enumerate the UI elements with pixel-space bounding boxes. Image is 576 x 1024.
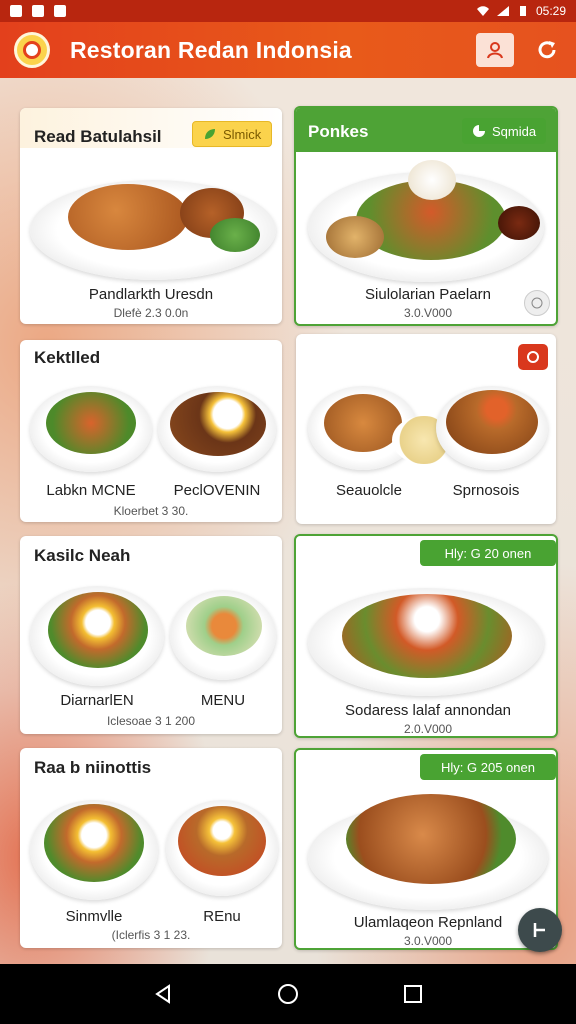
status-badge: Slmick: [192, 121, 273, 147]
favorite-button[interactable]: [518, 344, 548, 370]
info-icon: [531, 297, 543, 309]
dish-price: Dlefè 2.3 0.0n: [113, 306, 189, 320]
menu-card[interactable]: Kasilc Neah DiarnarlEN MENU Iclesoae 3 1…: [20, 536, 282, 734]
status-badge: Sqmida: [462, 118, 547, 144]
dish-name: Seauolcle: [336, 482, 402, 499]
menu-card[interactable]: Hly: G 205 onen Ulamlaqeon Repnland 3.0.…: [294, 748, 558, 950]
status-badge: Hly: G 205 onen: [420, 754, 556, 780]
status-time: 05:29: [535, 4, 566, 18]
refresh-button[interactable]: [532, 35, 562, 65]
dish-price: (Iclerfis 3 1 23.: [111, 928, 191, 942]
dish-price: Kloerbet 3 30.: [113, 504, 189, 518]
dish-name: MENU: [200, 692, 246, 709]
menu-card[interactable]: Kektlled Labkn MCNE PeclOVENIN Kloerbet …: [20, 340, 282, 522]
dish-name: Labkn MCNE: [46, 482, 136, 499]
user-icon: [487, 42, 503, 59]
home-icon: [277, 984, 298, 1004]
back-icon: [154, 984, 170, 1004]
notification-icon: [32, 5, 44, 17]
dish-name: Siulolarian Paelarn: [365, 286, 491, 303]
app-bar: Restoran Redan Indonsia: [0, 22, 576, 78]
profile-button[interactable]: [476, 33, 514, 67]
notification-icon: [10, 5, 22, 17]
status-bar: 05:29: [0, 0, 576, 22]
system-nav-bar: [0, 964, 576, 1024]
dish-name: Sprnosois: [452, 482, 520, 499]
dish-price: 2.0.V000: [403, 722, 453, 736]
signal-icon: [496, 6, 509, 16]
dish-name: REnu: [203, 908, 241, 925]
menu-card[interactable]: Hly: G 20 onen Sodaress lalaf annondan 2…: [294, 534, 558, 738]
recents-icon: [404, 985, 423, 1003]
card-title: Read Batulahsil: [34, 127, 162, 146]
dish-name: Sodaress lalaf annondan: [345, 702, 511, 719]
menu-card[interactable]: Read Batulahsil Slmick Pandlarkth Uresdn…: [20, 108, 282, 324]
notification-icon: [54, 5, 66, 17]
refresh-icon: [538, 41, 556, 59]
recents-button[interactable]: [398, 979, 428, 1009]
leaf-icon: [473, 125, 485, 137]
dish-name: PeclOVENIN: [173, 482, 261, 499]
card-title: Ponkes: [308, 122, 369, 141]
cart-fab-button[interactable]: [518, 908, 562, 952]
card-title: Raa b niinottis: [34, 758, 152, 777]
menu-grid: Read Batulahsil Slmick Pandlarkth Uresdn…: [0, 78, 576, 964]
home-button[interactable]: [273, 979, 303, 1009]
status-badge: Hly: G 20 onen: [420, 540, 556, 566]
menu-card[interactable]: Raa b niinottis Sinmvlle REnu (Iclerfis …: [20, 748, 282, 948]
card-title: Kektlled: [34, 348, 101, 367]
card-title: Kasilc Neah: [34, 546, 131, 565]
dish-price: Iclesoae 3 1 200: [106, 714, 196, 728]
dish-name: DiarnarlEN: [60, 692, 134, 709]
info-button[interactable]: [524, 290, 550, 316]
wifi-icon: [476, 6, 489, 17]
record-icon: [527, 351, 539, 363]
restaurant-logo: [14, 32, 50, 68]
leaf-icon: [205, 129, 215, 139]
page-title: Restoran Redan Indonsia: [70, 36, 352, 63]
menu-card[interactable]: Seauolcle Sprnosois: [296, 334, 556, 524]
battery-icon: [519, 6, 526, 16]
dish-price: 3.0.V000: [403, 306, 453, 320]
dish-name: Pandlarkth Uresdn: [88, 286, 214, 303]
menu-card[interactable]: Ponkes Sqmida Siulolarian Paelarn 3.0.V0…: [294, 106, 558, 326]
menu-icon: [533, 923, 545, 937]
back-button[interactable]: [148, 979, 178, 1009]
dish-name: Sinmvlle: [65, 908, 123, 925]
